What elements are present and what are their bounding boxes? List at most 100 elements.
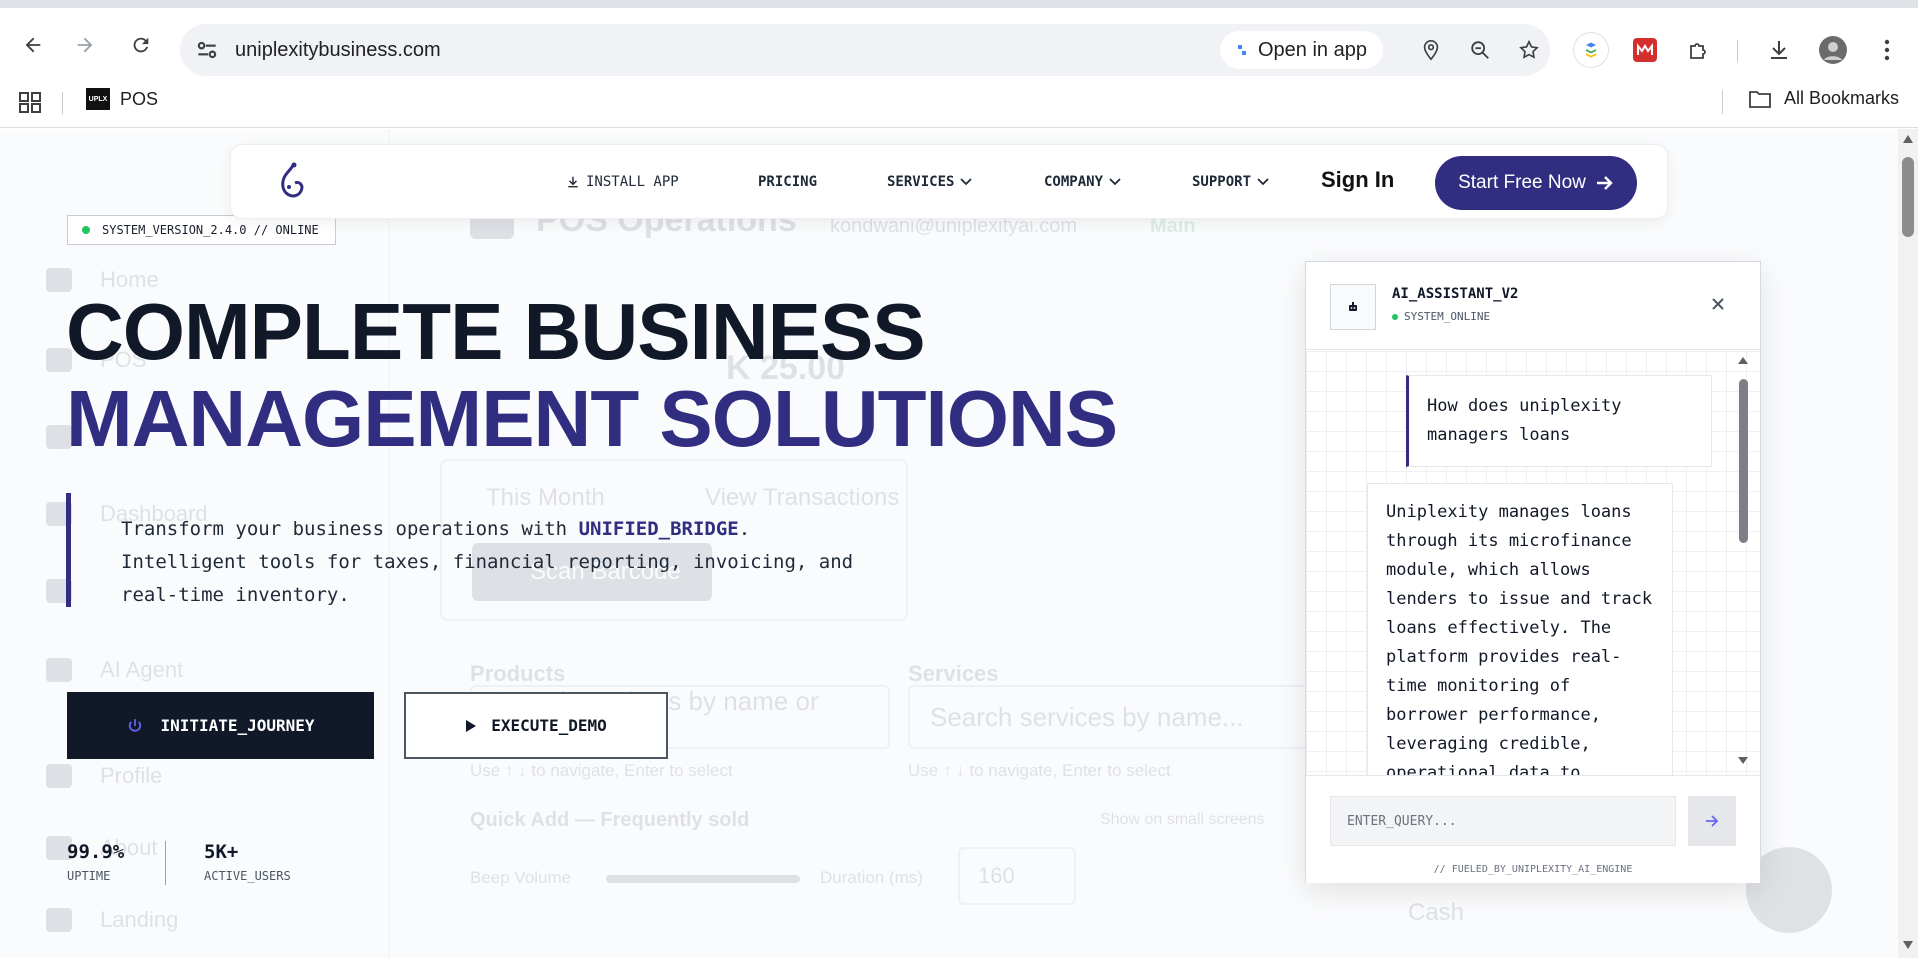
open-in-app-label: Open in app — [1258, 38, 1367, 61]
initiate-journey-button[interactable]: INITIATE_JOURNEY — [67, 692, 374, 759]
page-scroll-up-icon[interactable] — [1903, 135, 1913, 143]
open-in-app-button[interactable]: Open in app — [1220, 31, 1383, 69]
star-icon — [1519, 39, 1539, 59]
app-icon — [1238, 45, 1246, 55]
reload-icon — [133, 37, 149, 53]
bg-quick-add: Quick Add — Frequently sold — [470, 809, 750, 831]
chat-status: SYSTEM_ONLINE — [1392, 310, 1490, 323]
nav-services[interactable]: SERVICES — [887, 174, 973, 190]
bg-sidebar-item: Landing — [46, 907, 178, 933]
site-settings-icon[interactable] — [194, 37, 220, 63]
page-scroll-thumb[interactable] — [1902, 157, 1914, 237]
browser-toolbar: uniplexitybusiness.com Open in app — [0, 8, 1918, 78]
stat-uptime: 99.9% UPTIME — [67, 841, 124, 883]
close-chat-button[interactable] — [1706, 292, 1730, 316]
chat-header: AI_ASSISTANT_V2 SYSTEM_ONLINE — [1306, 262, 1760, 350]
page-scrollbar[interactable] — [1898, 129, 1918, 958]
bookmark-pos[interactable]: UPLX POS — [86, 88, 158, 110]
nav-install-app[interactable]: INSTALL APP — [566, 174, 679, 190]
chat-query-input[interactable] — [1330, 796, 1676, 846]
extensions-menu-button[interactable] — [1682, 33, 1716, 67]
puzzle-icon — [1690, 43, 1706, 59]
all-bookmarks-button[interactable]: All Bookmarks — [1748, 88, 1899, 109]
red-extension-icon — [1633, 38, 1657, 62]
bg-sidebar-item: AI Agent — [46, 657, 183, 683]
url-text[interactable]: uniplexitybusiness.com — [235, 39, 441, 62]
pos-favicon-icon: UPLX — [86, 88, 110, 110]
bg-products-label: Products — [470, 661, 566, 686]
zoom-out-icon — [1471, 41, 1489, 59]
online-status-dot — [1392, 313, 1398, 320]
unified-bridge-highlight: UNIFIED_BRIDGE — [578, 518, 739, 540]
stat-active-users: 5K+ ACTIVE_USERS — [204, 841, 291, 883]
chevron-down-icon — [1257, 178, 1269, 186]
kebab-menu-icon — [1884, 39, 1890, 61]
extension-1-button[interactable] — [1574, 33, 1608, 67]
chat-scrollbar[interactable] — [1736, 357, 1750, 769]
hero-title-line2: MANAGEMENT SOLUTIONS — [66, 374, 1118, 463]
back-button[interactable] — [18, 30, 48, 60]
nav-services-label: SERVICES — [887, 174, 955, 190]
robot-icon — [1349, 302, 1357, 311]
bg-beep-volume: Beep Volume — [470, 868, 572, 887]
bookmark-star-button[interactable] — [1514, 35, 1544, 65]
scroll-up-arrow-icon[interactable] — [1738, 357, 1748, 364]
page-scroll-down-icon[interactable] — [1903, 941, 1913, 949]
link-icon — [46, 908, 72, 932]
execute-demo-label: EXECUTE_DEMO — [491, 716, 607, 735]
execute-demo-button[interactable]: EXECUTE_DEMO — [404, 692, 668, 759]
profile-avatar-button[interactable] — [1816, 33, 1850, 67]
page-viewport: Home POS Dashboard AI Agent Profile Abou… — [0, 129, 1898, 958]
bookmarks-divider-right — [1722, 90, 1723, 114]
download-icon — [568, 176, 578, 188]
downloads-button[interactable] — [1762, 33, 1796, 67]
reload-button[interactable] — [126, 30, 156, 60]
extension-2-button[interactable] — [1628, 33, 1662, 67]
toolbar-divider — [1737, 40, 1738, 62]
browser-menu-button[interactable] — [1870, 33, 1904, 67]
nav-pricing-label: PRICING — [758, 174, 818, 190]
start-free-now-button[interactable]: Start Free Now — [1435, 156, 1637, 210]
send-message-button[interactable] — [1688, 796, 1736, 846]
all-bookmarks-label: All Bookmarks — [1784, 88, 1900, 108]
user-message: How does uniplexity managers loans — [1406, 375, 1712, 467]
nav-install-label: INSTALL APP — [586, 174, 679, 190]
chat-scroll-thumb[interactable] — [1739, 379, 1748, 543]
arrow-left-icon — [25, 37, 41, 53]
sign-in-link[interactable]: Sign In — [1321, 167, 1394, 193]
bg-services-label: Services — [908, 661, 999, 686]
hero-title-line1: COMPLETE BUSINESS — [66, 287, 926, 376]
bg-duration-input: 160 — [958, 847, 1076, 905]
stat-value: 5K+ — [204, 841, 239, 863]
forward-button[interactable] — [70, 30, 100, 60]
bg-small-screens: Show on small screens — [1100, 811, 1265, 828]
nav-pricing[interactable]: PRICING — [758, 174, 817, 190]
chat-footer: // FUELED_BY_UNIPLEXITY_AI_ENGINE — [1306, 775, 1760, 883]
hero-desc-line3: real-time inventory. — [121, 584, 350, 606]
zoom-button[interactable] — [1465, 35, 1495, 65]
address-bar[interactable]: uniplexitybusiness.com Open in app — [180, 24, 1550, 76]
power-icon — [129, 718, 142, 732]
bg-services-hint: Use ↑ ↓ to navigate, Enter to select — [908, 761, 1171, 780]
bg-payment-method: Cash — [1408, 899, 1465, 926]
bookmarks-divider — [62, 92, 63, 114]
uniplexity-logo[interactable] — [275, 161, 309, 203]
start-free-label: Start Free Now — [1458, 172, 1586, 193]
bg-duration-label: Duration (ms) — [820, 868, 923, 887]
online-status-dot — [82, 226, 90, 234]
system-version-text: SYSTEM_VERSION_2.4.0 // ONLINE — [102, 223, 319, 237]
send-arrow-icon — [1706, 815, 1719, 827]
apps-grid-icon — [19, 92, 41, 113]
site-navbar: INSTALL APP PRICING SERVICES COMPANY SUP… — [230, 144, 1668, 219]
scroll-down-arrow-icon[interactable] — [1738, 757, 1748, 764]
arrow-right-icon — [1596, 176, 1613, 190]
location-button[interactable] — [1416, 35, 1446, 65]
chat-messages[interactable]: How does uniplexity managers loans Unipl… — [1306, 351, 1760, 775]
nav-company[interactable]: COMPANY — [1044, 174, 1121, 190]
initiate-journey-label: INITIATE_JOURNEY — [160, 716, 315, 735]
chat-title: AI_ASSISTANT_V2 — [1392, 286, 1519, 302]
bg-products-hint: Use ↑ ↓ to navigate, Enter to select — [470, 761, 733, 780]
folder-icon — [1749, 90, 1771, 108]
apps-button[interactable] — [16, 88, 44, 116]
nav-support[interactable]: SUPPORT — [1192, 174, 1269, 190]
